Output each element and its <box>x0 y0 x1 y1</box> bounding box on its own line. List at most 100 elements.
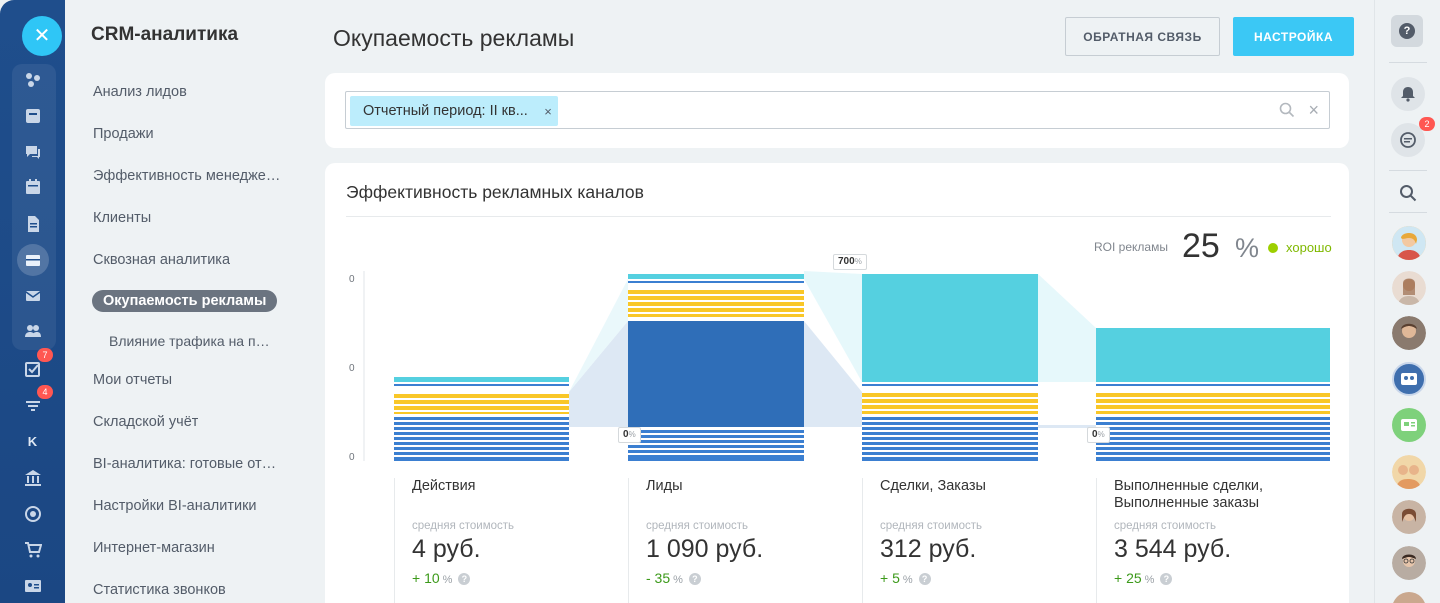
close-icon[interactable]: ✕ <box>22 16 62 56</box>
avatar[interactable] <box>1392 226 1426 260</box>
calendar-icon[interactable] <box>0 172 65 202</box>
cost-label: средняя стоимость <box>646 520 749 532</box>
group-chat-icon[interactable] <box>1392 362 1426 396</box>
funnel-bar-completed-deals[interactable] <box>1096 328 1330 461</box>
menu-item-warehouse[interactable]: Складской учёт <box>93 414 198 430</box>
menu-item-end-to-end-analytics[interactable]: Сквозная аналитика <box>93 252 230 268</box>
team-icon[interactable] <box>0 316 65 346</box>
open-channel-icon[interactable] <box>1392 408 1426 442</box>
messenger-badge: 2 <box>1419 117 1435 131</box>
cost-delta: + 10%? <box>412 570 471 586</box>
menu-item-clients[interactable]: Клиенты <box>93 210 151 226</box>
funnel-badge: 4 <box>37 385 53 399</box>
tasks-badge: 7 <box>37 348 53 362</box>
search-icon[interactable] <box>1391 176 1425 210</box>
cost-label: средняя стоимость <box>1114 520 1217 532</box>
cost-value: 3 544 руб. <box>1114 535 1232 563</box>
feedback-button[interactable]: ОБРАТНАЯ СВЯЗЬ <box>1065 17 1220 56</box>
stage-column-actions: Действия средняя стоимость 4 руб. + 10%? <box>412 478 612 586</box>
conversion-marker: 0% <box>618 427 641 443</box>
avatar[interactable] <box>1392 455 1426 489</box>
k-icon[interactable]: K <box>0 426 65 456</box>
avatar[interactable] <box>1392 500 1426 534</box>
mail-icon[interactable] <box>0 281 65 311</box>
settings-button[interactable]: НАСТРОЙКА <box>1233 17 1354 56</box>
cost-delta: + 25%? <box>1114 570 1173 586</box>
y-tick-label: 0 <box>349 363 355 374</box>
menu-item-ad-payback[interactable]: Окупаемость рекламы <box>92 290 278 312</box>
messenger-icon[interactable]: 2 <box>1391 117 1435 157</box>
funnel-connector <box>1038 274 1096 382</box>
menu-title: CRM-аналитика <box>91 24 239 45</box>
menu-item-manager-efficiency[interactable]: Эффективность менеджеров <box>93 168 283 184</box>
document-icon[interactable] <box>0 209 65 239</box>
stage-column-deals: Сделки, Заказы средняя стоимость 312 руб… <box>880 478 1080 586</box>
funnel-bar-deals[interactable] <box>862 274 1038 461</box>
menu-item-bi-reports[interactable]: BI-аналитика: готовые отчеты <box>93 456 283 472</box>
column-divider <box>394 478 395 603</box>
cost-label: средняя стоимость <box>412 520 515 532</box>
avatar[interactable] <box>1392 316 1426 350</box>
cost-delta: - 35%? <box>646 570 701 586</box>
clear-icon[interactable]: × <box>1308 100 1319 121</box>
menu-item-my-reports[interactable]: Мои отчеты <box>93 372 172 388</box>
tasks-icon[interactable]: 7 <box>0 348 65 384</box>
right-rail: ? 2 <box>1374 0 1440 603</box>
period-filter-chip-label: Отчетный период: II кв... <box>363 103 528 119</box>
help-icon[interactable]: ? <box>918 573 931 585</box>
help-icon: ? <box>1399 23 1415 39</box>
menu-item-leads-analysis[interactable]: Анализ лидов <box>93 84 187 100</box>
cost-delta: + 5%? <box>880 570 931 586</box>
chat-icon[interactable] <box>0 137 65 167</box>
menu-item-traffic-impact[interactable]: Влияние трафика на продажи <box>109 333 274 349</box>
cart-icon[interactable] <box>0 535 65 565</box>
target-icon[interactable] <box>0 499 65 529</box>
avatar[interactable] <box>1392 592 1426 603</box>
activity-icon[interactable] <box>0 65 65 95</box>
cost-value: 4 руб. <box>412 535 481 563</box>
search-icon[interactable] <box>1279 102 1295 123</box>
contact-card-icon[interactable] <box>0 571 65 601</box>
bank-icon[interactable] <box>0 463 65 493</box>
rail-divider <box>1389 170 1427 171</box>
period-filter-chip[interactable]: Отчетный период: II кв... × <box>350 96 558 126</box>
cost-label: средняя стоимость <box>880 520 983 532</box>
column-divider <box>862 478 863 603</box>
stage-label: Лиды <box>646 478 683 494</box>
notifications-bell-icon[interactable] <box>1391 77 1425 111</box>
column-divider <box>1096 478 1097 603</box>
stage-label: Выполненные сделки, Выполненные заказы <box>1114 478 1263 511</box>
stage-label: Сделки, Заказы <box>880 478 986 494</box>
funnel-icon[interactable]: 4 <box>0 385 65 421</box>
rail-divider <box>1389 212 1427 213</box>
left-icon-rail: ✕ 7 4 K <box>0 0 65 603</box>
avatar[interactable] <box>1392 546 1426 580</box>
conversion-marker: 0% <box>1087 427 1110 443</box>
filter-search-input[interactable]: Отчетный период: II кв... × × <box>345 91 1330 129</box>
inbox-icon[interactable] <box>0 101 65 131</box>
help-button[interactable]: ? <box>1391 15 1423 47</box>
crm-icon[interactable] <box>0 244 65 276</box>
crm-analytics-menu: CRM-аналитика Анализ лидов Продажи Эффек… <box>65 0 310 603</box>
cost-value: 312 руб. <box>880 535 977 563</box>
funnel-bar-actions[interactable] <box>394 377 569 461</box>
y-tick-label: 0 <box>349 274 355 285</box>
filter-card: Отчетный период: II кв... × × <box>325 73 1349 148</box>
menu-item-sales[interactable]: Продажи <box>93 126 154 142</box>
help-icon[interactable]: ? <box>1160 573 1173 585</box>
y-tick-label: 0 <box>349 452 355 463</box>
funnel-chart: 0 0 0 <box>349 271 1330 463</box>
rail-divider <box>1389 62 1427 63</box>
menu-item-bi-settings[interactable]: Настройки BI-аналитики <box>93 498 257 514</box>
stage-column-completed-deals: Выполненные сделки, Выполненные заказы с… <box>1114 478 1314 586</box>
conversion-marker: 700% <box>833 254 867 270</box>
stage-column-leads: Лиды средняя стоимость 1 090 руб. - 35%? <box>646 478 846 586</box>
menu-item-call-statistics[interactable]: Статистика звонков <box>93 582 226 598</box>
menu-item-online-store[interactable]: Интернет-магазин <box>93 540 215 556</box>
help-icon[interactable]: ? <box>458 573 471 585</box>
chip-remove-icon[interactable]: × <box>544 104 552 119</box>
funnel-bar-leads[interactable] <box>628 274 804 461</box>
avatar[interactable] <box>1392 271 1426 305</box>
cost-value: 1 090 руб. <box>646 535 764 563</box>
help-icon[interactable]: ? <box>688 573 701 585</box>
